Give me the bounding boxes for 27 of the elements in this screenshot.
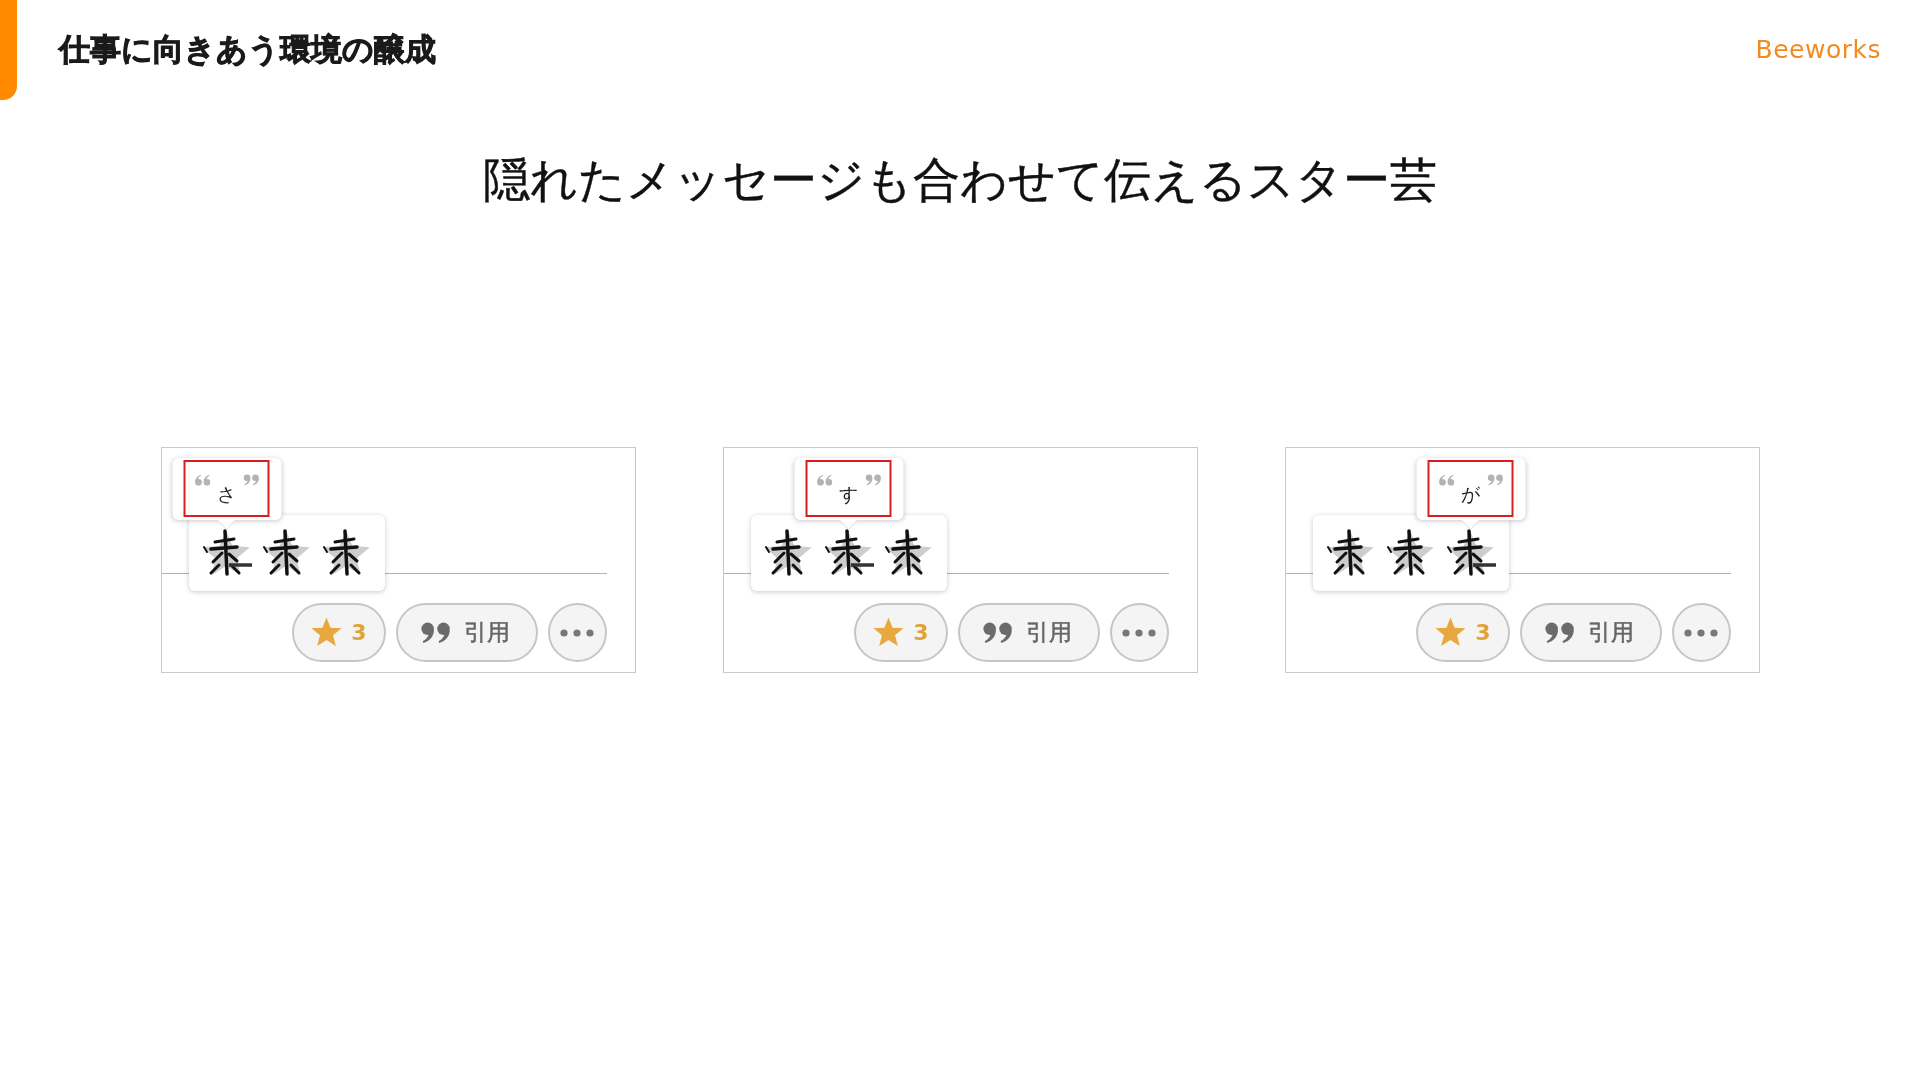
- more-icon: [1684, 628, 1718, 637]
- quote-button[interactable]: 引用: [1519, 603, 1662, 662]
- open-quote-icon: [194, 474, 210, 486]
- open-quote-icon: [816, 474, 832, 486]
- quote-icon: [420, 621, 451, 644]
- close-quote-icon: [243, 474, 259, 486]
- slide-heading: 隠れたメッセージも合わせて伝えるスター芸: [483, 152, 1437, 208]
- ink-star-icon[interactable]: [822, 528, 875, 578]
- quote-icon: [1544, 621, 1575, 644]
- quote-text: さ: [217, 483, 236, 505]
- close-quote-icon: [865, 474, 881, 486]
- section-title: 仕事に向きあう環境の醸成: [59, 31, 436, 69]
- quote-icon: [982, 621, 1013, 644]
- open-quote-icon: [1438, 474, 1454, 486]
- quote-button[interactable]: 引用: [395, 603, 538, 662]
- star-icon: [872, 616, 906, 649]
- quote-text: が: [1461, 483, 1480, 505]
- ink-star-icon[interactable]: [200, 528, 253, 578]
- ink-star-icon[interactable]: [1444, 528, 1497, 578]
- star-icon: [310, 616, 344, 649]
- star-icon: [1434, 616, 1468, 649]
- brand-logo: Beeworks: [1755, 35, 1881, 65]
- quote-text: す: [839, 483, 858, 505]
- more-icon: [1122, 628, 1156, 637]
- close-quote-icon: [1487, 474, 1503, 486]
- more-icon: [560, 628, 594, 637]
- quote-button[interactable]: 引用: [957, 603, 1100, 662]
